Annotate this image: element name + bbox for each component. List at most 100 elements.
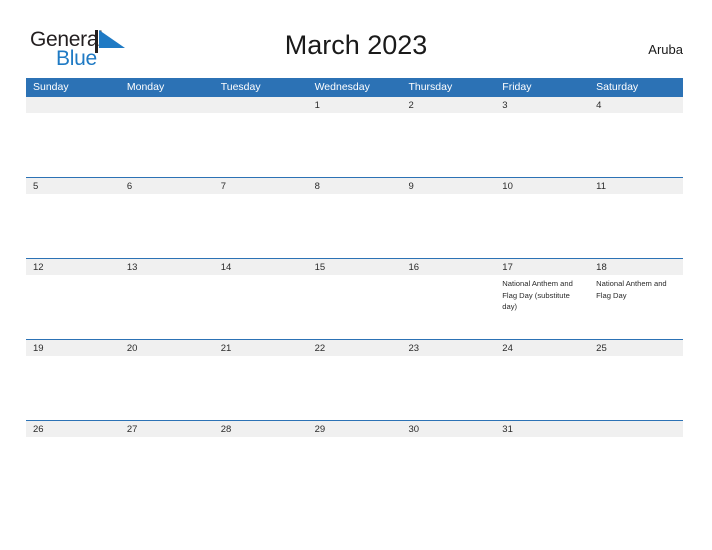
calendar-week-row: 19 20 21 22 23 24 25 (26, 339, 683, 420)
day-cell[interactable] (589, 113, 683, 177)
day-number[interactable] (589, 421, 683, 437)
page-title: March 2023 (284, 30, 428, 60)
day-number[interactable]: 6 (120, 178, 214, 194)
day-cell[interactable] (214, 275, 308, 339)
day-cell[interactable] (214, 356, 308, 420)
day-cell[interactable] (26, 356, 120, 420)
day-cell[interactable] (26, 194, 120, 258)
day-cell[interactable] (308, 194, 402, 258)
calendar-week-row: 26 27 28 29 30 31 (26, 420, 683, 501)
calendar-week-row: 5 6 7 8 9 10 11 (26, 177, 683, 258)
day-number[interactable]: 21 (214, 340, 308, 356)
day-number[interactable]: 30 (401, 421, 495, 437)
week-date-strip: 26 27 28 29 30 31 (26, 420, 683, 437)
calendar-week-row: 12 13 14 15 16 17 18 National Anthem and… (26, 258, 683, 339)
day-number[interactable]: 13 (120, 259, 214, 275)
day-number[interactable]: 11 (589, 178, 683, 194)
day-cell[interactable] (120, 113, 214, 177)
weekday-header-monday: Monday (126, 81, 165, 93)
country-label: Aruba (648, 42, 683, 57)
day-cell[interactable] (589, 437, 683, 501)
week-event-row (26, 194, 683, 258)
day-number[interactable]: 18 (589, 259, 683, 275)
day-number[interactable]: 17 (495, 259, 589, 275)
day-cell[interactable] (26, 113, 120, 177)
weekday-header-saturday: Saturday (596, 81, 639, 93)
calendar-week-row: 1 2 3 4 (26, 96, 683, 177)
day-number[interactable]: 29 (308, 421, 402, 437)
day-cell[interactable] (589, 356, 683, 420)
day-number[interactable]: 31 (495, 421, 589, 437)
day-number[interactable]: 1 (308, 97, 402, 113)
day-number[interactable] (214, 97, 308, 113)
day-number[interactable]: 28 (214, 421, 308, 437)
calendar-table: Sunday Monday Tuesday Wednesday Thursday… (26, 78, 683, 501)
day-number[interactable]: 2 (401, 97, 495, 113)
day-number[interactable]: 25 (589, 340, 683, 356)
day-cell[interactable] (214, 113, 308, 177)
day-number[interactable]: 26 (26, 421, 120, 437)
week-event-row (26, 113, 683, 177)
week-event-row (26, 437, 683, 501)
page-header: General Blue March 2023 Aruba (0, 0, 712, 78)
week-event-row (26, 356, 683, 420)
calendar-page: General Blue March 2023 Aruba Sunday Mon… (0, 0, 712, 550)
day-number[interactable]: 12 (26, 259, 120, 275)
weekday-header-tuesday: Tuesday (220, 81, 261, 93)
day-number[interactable]: 19 (26, 340, 120, 356)
day-cell[interactable] (495, 194, 589, 258)
day-cell[interactable] (401, 194, 495, 258)
day-cell[interactable] (214, 437, 308, 501)
day-number[interactable]: 10 (495, 178, 589, 194)
day-cell[interactable]: National Anthem and Flag Day (589, 275, 683, 339)
day-cell[interactable] (401, 356, 495, 420)
weekday-header-row: Sunday Monday Tuesday Wednesday Thursday… (26, 78, 683, 96)
day-cell[interactable]: National Anthem and Flag Day (substitute… (495, 275, 589, 339)
day-cell[interactable] (214, 194, 308, 258)
day-number[interactable]: 3 (495, 97, 589, 113)
week-date-strip: 19 20 21 22 23 24 25 (26, 339, 683, 356)
weekday-header-friday: Friday (502, 81, 532, 93)
day-number[interactable]: 14 (214, 259, 308, 275)
weekday-header-thursday: Thursday (408, 81, 453, 93)
day-number[interactable]: 5 (26, 178, 120, 194)
day-cell[interactable] (26, 275, 120, 339)
day-number[interactable]: 22 (308, 340, 402, 356)
day-event-text: National Anthem and Flag Day (596, 279, 667, 300)
day-event-text: National Anthem and Flag Day (substitute… (502, 279, 573, 312)
day-cell[interactable] (495, 113, 589, 177)
day-number[interactable]: 20 (120, 340, 214, 356)
day-cell[interactable] (495, 437, 589, 501)
day-number[interactable]: 24 (495, 340, 589, 356)
day-cell[interactable] (26, 437, 120, 501)
day-number[interactable]: 27 (120, 421, 214, 437)
day-cell[interactable] (308, 275, 402, 339)
day-number[interactable]: 7 (214, 178, 308, 194)
day-number[interactable]: 4 (589, 97, 683, 113)
week-date-strip: 12 13 14 15 16 17 18 (26, 258, 683, 275)
day-cell[interactable] (495, 356, 589, 420)
day-number[interactable]: 8 (308, 178, 402, 194)
day-number[interactable] (120, 97, 214, 113)
day-cell[interactable] (401, 113, 495, 177)
day-number[interactable]: 15 (308, 259, 402, 275)
day-cell[interactable] (120, 356, 214, 420)
day-cell[interactable] (120, 275, 214, 339)
day-number[interactable]: 16 (401, 259, 495, 275)
day-cell[interactable] (308, 113, 402, 177)
weekday-header-wednesday: Wednesday (314, 81, 370, 93)
week-event-row: National Anthem and Flag Day (substitute… (26, 275, 683, 339)
day-cell[interactable] (120, 437, 214, 501)
day-cell[interactable] (401, 275, 495, 339)
week-date-strip: 1 2 3 4 (26, 96, 683, 113)
day-cell[interactable] (308, 356, 402, 420)
week-date-strip: 5 6 7 8 9 10 11 (26, 177, 683, 194)
day-cell[interactable] (308, 437, 402, 501)
day-number[interactable] (26, 97, 120, 113)
day-number[interactable]: 23 (401, 340, 495, 356)
day-cell[interactable] (589, 194, 683, 258)
weekday-header-sunday: Sunday (33, 81, 69, 93)
day-number[interactable]: 9 (401, 178, 495, 194)
day-cell[interactable] (120, 194, 214, 258)
day-cell[interactable] (401, 437, 495, 501)
